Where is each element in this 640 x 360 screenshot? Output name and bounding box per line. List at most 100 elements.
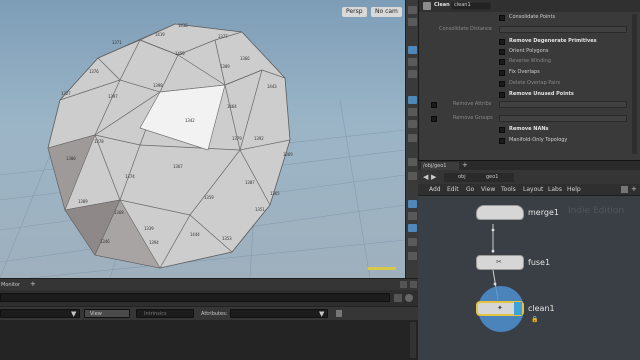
display-option-icon[interactable] (408, 18, 417, 26)
display-normals-icon[interactable] (408, 108, 417, 116)
forward-arrow-icon[interactable]: ▶ (431, 173, 436, 181)
add-icon[interactable]: + (631, 185, 637, 193)
path-breadcrumb[interactable] (444, 173, 514, 182)
display-flag[interactable] (514, 302, 522, 315)
face-number-label: 1346 (100, 239, 110, 244)
param-label: Consolidate Points (509, 14, 556, 20)
link-icon[interactable] (405, 294, 413, 302)
node-merge1[interactable] (476, 205, 524, 220)
param-checkbox[interactable] (499, 59, 505, 65)
menu-go[interactable]: Go (466, 186, 474, 194)
scrollbar[interactable] (410, 322, 416, 358)
tab-monitor[interactable]: Monitor (1, 281, 20, 289)
back-arrow-icon[interactable]: ◀ (423, 173, 428, 181)
param-label: Orient Polygons (509, 48, 549, 54)
face-number-label: 1443 (267, 84, 277, 89)
menu-edit[interactable]: Edit (447, 186, 459, 194)
face-number-label: 1367 (173, 164, 183, 169)
face-number-label: 1342 (185, 118, 195, 123)
tab-network-label: /obj/geo1 (423, 163, 447, 169)
display-points-icon[interactable] (408, 96, 417, 104)
node-clean1-label: clean1 (528, 304, 555, 313)
filter-icon[interactable]: ▼ (71, 310, 76, 318)
visualize-icon[interactable] (408, 224, 417, 232)
lock-icon: 🔒 (531, 316, 539, 323)
display-settings-icon[interactable] (408, 252, 417, 260)
node-name-value: clean1 (454, 2, 471, 8)
param-label: Consolidate Distance (439, 26, 492, 32)
maximize-icon[interactable] (400, 281, 407, 288)
attributes-filter-icon[interactable]: ▼ (319, 310, 324, 318)
pin-icon[interactable] (394, 294, 402, 302)
intrinsics-label: Intrinsics (144, 311, 167, 317)
camera-select-dropdown[interactable]: No cam (371, 7, 402, 17)
attributes-filter-field[interactable] (230, 309, 328, 318)
network-tabs: /obj/geo1 + (418, 160, 640, 171)
param-field[interactable] (499, 26, 627, 33)
param-checkbox[interactable] (499, 70, 505, 76)
face-number-label: 1444 (190, 232, 200, 237)
snap-icon[interactable] (408, 200, 417, 208)
face-number-label: 1379 (232, 136, 242, 141)
face-number-label: 1353 (222, 236, 232, 241)
pane-menu-icon[interactable] (410, 281, 417, 288)
path-geo1[interactable]: geo1 (486, 173, 499, 181)
guide-icon[interactable] (408, 158, 417, 166)
menu-help[interactable]: Help (567, 186, 581, 194)
face-number-label: 1365 (270, 191, 280, 196)
menu-tools[interactable]: Tools (501, 186, 516, 194)
param-checkbox[interactable] (499, 49, 505, 55)
param-checkbox[interactable] (499, 127, 505, 133)
face-number-label: 1389 (78, 199, 88, 204)
viewport-3d[interactable]: 1436 1371 1419 1377 1450 1389 1366 1376 1397 1398… (0, 0, 405, 278)
face-number-label: 1464 (227, 104, 237, 109)
face-number-label: 1398 (153, 83, 163, 88)
face-number-label: 1387 (245, 180, 255, 185)
param-checkbox[interactable] (499, 92, 505, 98)
template-icon[interactable] (408, 172, 417, 180)
param-checkbox[interactable] (499, 39, 505, 45)
face-number-label: 1366 (240, 56, 250, 61)
lighting-icon[interactable] (408, 70, 417, 78)
clean-node-icon: ✦ (497, 304, 503, 312)
face-number-label: 1368 (114, 210, 124, 215)
param-label: Fix Overlaps (509, 69, 540, 75)
add-tab-icon[interactable]: + (30, 280, 36, 288)
shading-icon[interactable] (408, 58, 417, 66)
face-number-label: 1374 (125, 174, 135, 179)
menu-labs[interactable]: Labs (548, 186, 562, 194)
param-field[interactable] (499, 115, 627, 122)
face-number-label: 1394 (149, 240, 159, 245)
wireframe-icon[interactable] (408, 46, 417, 54)
network-canvas[interactable]: Indie Edition merge1 ✂ fuse1 ✦ clean1 🔒 (418, 196, 640, 360)
face-number-label: 1378 (94, 139, 104, 144)
path-obj[interactable]: obj (458, 173, 466, 181)
background-icon[interactable] (408, 238, 417, 246)
point-numbers-icon[interactable] (408, 134, 417, 142)
param-toggle-checkbox[interactable] (431, 116, 437, 122)
viewport-status-indicator (368, 267, 396, 270)
face-number-label: 1419 (155, 32, 165, 37)
param-field[interactable] (499, 101, 627, 108)
wrench-icon[interactable] (621, 186, 628, 193)
lower-pane-tabs: Monitor + (0, 278, 418, 290)
param-checkbox[interactable] (499, 15, 505, 21)
menu-layout[interactable]: Layout (523, 186, 543, 194)
add-tab-icon[interactable]: + (462, 161, 468, 169)
param-checkbox[interactable] (499, 138, 505, 144)
camera-view-dropdown[interactable]: Persp (342, 7, 367, 17)
param-scrollbar[interactable] (632, 14, 637, 154)
param-checkbox[interactable] (499, 81, 505, 87)
menu-view[interactable]: View (481, 186, 495, 194)
ghost-icon[interactable] (408, 212, 417, 220)
param-toggle-checkbox[interactable] (431, 102, 437, 108)
display-option-icon[interactable] (408, 6, 417, 14)
viewport-scene: 1436 1371 1419 1377 1450 1389 1366 1376 1397 1398… (0, 23, 405, 278)
param-label: Remove NANs (509, 126, 549, 132)
node-path-field[interactable] (0, 293, 390, 302)
settings-icon[interactable] (336, 310, 342, 317)
primitive-numbers-icon[interactable] (408, 120, 417, 128)
menu-add[interactable]: Add (429, 186, 441, 194)
group-filter-field[interactable] (0, 309, 80, 318)
param-header: Clean clean1 (419, 0, 640, 12)
